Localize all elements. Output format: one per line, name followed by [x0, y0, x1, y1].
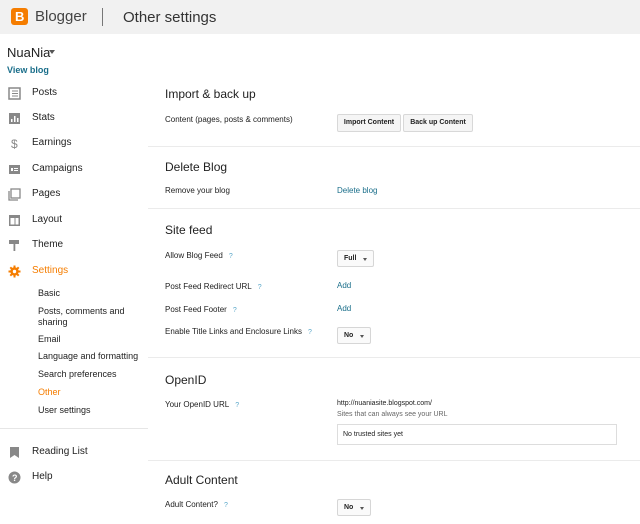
- section-title-delete: Delete Blog: [165, 160, 228, 174]
- help-icon[interactable]: ?: [235, 402, 239, 409]
- sidebar-item-label: Earnings: [32, 137, 72, 148]
- settings-sub-search[interactable]: Search preferences: [38, 369, 148, 380]
- sidebar-item-posts[interactable]: Posts: [0, 83, 148, 105]
- sidebar-item-earnings[interactable]: $ Earnings: [0, 133, 148, 155]
- section-divider: [148, 460, 640, 461]
- allow-feed-select[interactable]: Full: [337, 250, 374, 267]
- section-divider: [148, 146, 640, 147]
- settings-sub-email[interactable]: Email: [38, 334, 148, 345]
- help-icon[interactable]: ?: [308, 329, 312, 336]
- sidebar-item-pages[interactable]: Pages: [0, 184, 148, 206]
- bookmark-icon: [10, 447, 19, 458]
- sidebar-item-campaigns[interactable]: Campaigns: [0, 159, 148, 181]
- sidebar-item-label: Layout: [32, 214, 63, 225]
- feed-footer-add-link[interactable]: Add: [337, 304, 351, 313]
- blog-selector[interactable]: NuaNia: [7, 45, 50, 60]
- chevron-down-icon: [360, 335, 364, 338]
- sidebar-item-label: Campaigns: [32, 163, 83, 174]
- svg-text:$: $: [11, 137, 18, 150]
- sidebar-item-label: Theme: [32, 239, 64, 250]
- sidebar-item-theme[interactable]: Theme: [0, 235, 148, 257]
- sidebar-item-layout[interactable]: Layout: [0, 210, 148, 232]
- sidebar-item-help[interactable]: ? Help: [0, 467, 148, 489]
- section-title-feed: Site feed: [165, 223, 213, 237]
- settings-sub-users[interactable]: User settings: [38, 405, 148, 416]
- help-icon[interactable]: ?: [229, 253, 233, 260]
- sidebar-item-label: Pages: [32, 188, 61, 199]
- sidebar-item-label: Help: [32, 471, 53, 482]
- feed-footer-label: Post Feed Footer?: [165, 305, 237, 314]
- redirect-url-add-link[interactable]: Add: [337, 281, 351, 290]
- sidebar-item-label: Posts: [32, 87, 58, 98]
- allow-feed-label: Allow Blog Feed?: [165, 251, 233, 260]
- pages-icon: [8, 188, 21, 201]
- openid-url-label: Your OpenID URL?: [165, 400, 240, 409]
- openid-url-value: http://nuaniasite.blogspot.com/: [337, 400, 432, 407]
- adult-content-select[interactable]: No: [337, 499, 371, 516]
- theme-icon: [9, 240, 19, 251]
- section-title-openid: OpenID: [165, 373, 207, 387]
- title-links-label: Enable Title Links and Enclosure Links?: [165, 327, 312, 336]
- redirect-url-label: Post Feed Redirect URL?: [165, 282, 262, 291]
- sidebar-divider: [0, 428, 148, 429]
- view-blog-link[interactable]: View blog: [7, 65, 49, 75]
- section-title-import: Import & back up: [165, 87, 256, 101]
- settings-sub-posts-comments-sharing[interactable]: Posts, comments and sharing: [38, 306, 138, 328]
- header-divider: [102, 8, 103, 26]
- trusted-sites-box: No trusted sites yet: [337, 424, 617, 445]
- settings-sub-basic[interactable]: Basic: [38, 288, 148, 299]
- remove-blog-label: Remove your blog: [165, 186, 230, 195]
- settings-sub-language[interactable]: Language and formatting: [38, 351, 148, 362]
- import-content-button[interactable]: Import Content: [337, 114, 401, 132]
- layout-icon: [9, 215, 20, 226]
- help-circle-icon: ?: [8, 471, 21, 484]
- help-icon[interactable]: ?: [224, 502, 228, 509]
- delete-blog-link[interactable]: Delete blog: [337, 186, 377, 195]
- posts-icon: [8, 87, 21, 100]
- gear-icon: [8, 265, 21, 278]
- sidebar-item-label: Settings: [32, 265, 69, 276]
- content-label: Content (pages, posts & comments): [165, 115, 293, 124]
- title-links-select[interactable]: No: [337, 327, 371, 344]
- app-header: B Blogger Other settings: [0, 0, 640, 34]
- sidebar-item-label: Stats: [32, 112, 55, 123]
- backup-content-button[interactable]: Back up Content: [403, 114, 473, 132]
- section-divider: [148, 208, 640, 209]
- svg-text:?: ?: [12, 473, 18, 483]
- page-title: Other settings: [123, 9, 217, 26]
- section-divider: [148, 357, 640, 358]
- brand-name[interactable]: Blogger: [35, 8, 87, 25]
- help-icon[interactable]: ?: [258, 284, 262, 291]
- stats-icon: [9, 113, 20, 124]
- trusted-sites-label: Sites that can always see your URL: [337, 411, 448, 418]
- chevron-down-icon: [363, 258, 367, 261]
- sidebar-item-reading-list[interactable]: Reading List: [0, 442, 148, 464]
- section-title-adult: Adult Content: [165, 473, 238, 487]
- adult-content-label: Adult Content??: [165, 500, 228, 509]
- sidebar-item-settings[interactable]: Settings: [0, 261, 148, 283]
- settings-sub-other[interactable]: Other: [38, 387, 148, 398]
- help-icon[interactable]: ?: [233, 307, 237, 314]
- sidebar-item-label: Reading List: [32, 446, 88, 457]
- campaigns-icon: [9, 165, 20, 174]
- sidebar-item-stats[interactable]: Stats: [0, 108, 148, 130]
- blogger-logo[interactable]: B: [11, 8, 28, 25]
- chevron-down-icon: [360, 507, 364, 510]
- dollar-icon: $: [11, 137, 18, 150]
- chevron-down-icon[interactable]: [49, 50, 55, 54]
